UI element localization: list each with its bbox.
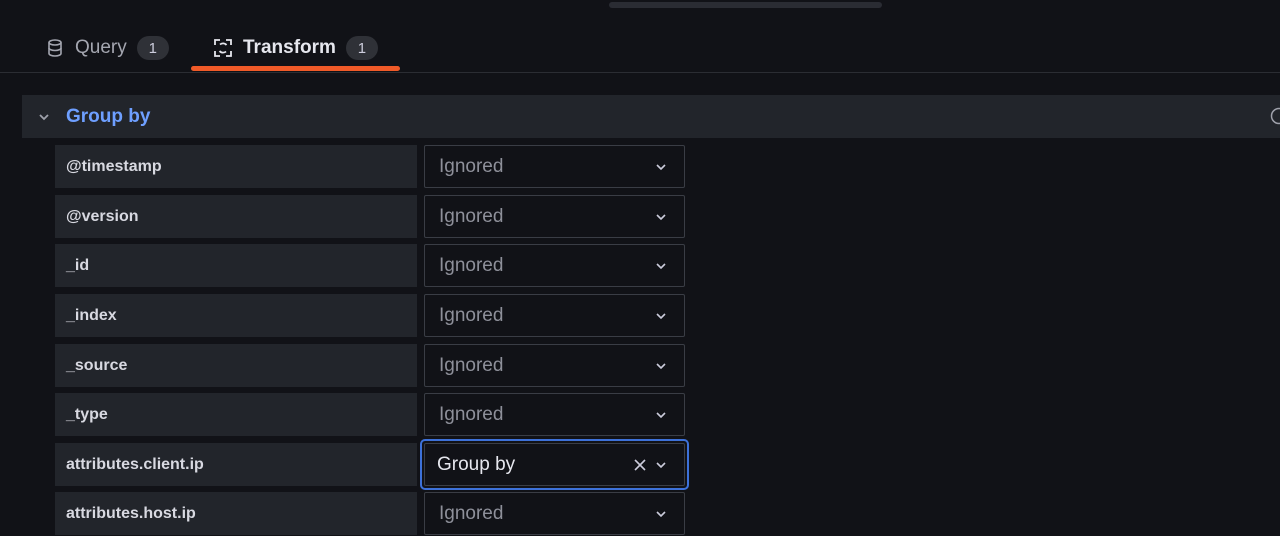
field-row-id: _id Ignored	[55, 244, 685, 288]
chevron-down-icon	[656, 412, 666, 419]
select-value: Ignored	[439, 205, 504, 227]
select-value: Group by	[437, 453, 516, 475]
chevron-down-icon[interactable]	[36, 109, 52, 125]
select-value: Ignored	[439, 354, 504, 376]
help-icon[interactable]	[1270, 107, 1280, 125]
field-row-timestamp: @timestamp Ignored	[55, 145, 685, 189]
field-row-host-ip: attributes.host.ip Ignored	[55, 492, 685, 536]
field-row-index: _index Ignored	[55, 294, 685, 338]
tab-query-label: Query	[75, 37, 127, 58]
chevron-down-icon	[656, 511, 666, 518]
group-by-title: Group by	[66, 105, 151, 127]
field-option-select[interactable]: Ignored	[424, 393, 685, 436]
transform-icon	[214, 39, 232, 57]
field-name: _source	[55, 344, 417, 387]
field-name: _type	[55, 393, 417, 436]
field-row-type: _type Ignored	[55, 393, 685, 437]
group-by-header[interactable]: Group by	[22, 95, 1280, 138]
field-row-version: @version Ignored	[55, 195, 685, 239]
active-tab-indicator	[191, 66, 400, 71]
select-value: Ignored	[439, 502, 504, 524]
tab-transform-count: 1	[345, 36, 378, 60]
field-name: _id	[55, 244, 417, 287]
field-option-select[interactable]: Ignored	[424, 344, 685, 387]
field-option-select[interactable]: Ignored	[424, 195, 685, 238]
field-option-select-focused[interactable]: Group by	[420, 439, 689, 490]
tab-query[interactable]: Query 1	[45, 28, 169, 68]
field-option-select[interactable]: Ignored	[424, 492, 685, 535]
field-option-select[interactable]: Ignored	[424, 145, 685, 188]
field-name: _index	[55, 294, 417, 337]
tab-transform[interactable]: Transform 1	[213, 28, 378, 68]
field-name: attributes.host.ip	[55, 492, 417, 535]
field-name: @timestamp	[55, 145, 417, 188]
field-option-select[interactable]: Ignored	[424, 244, 685, 287]
chevron-down-icon	[656, 164, 666, 171]
field-name: @version	[55, 195, 417, 238]
chevron-down-icon	[656, 214, 666, 221]
select-value: Ignored	[439, 155, 504, 177]
field-row-source: _source Ignored	[55, 344, 685, 388]
tab-query-count: 1	[136, 36, 169, 60]
chevron-down-icon	[656, 313, 666, 320]
close-icon[interactable]	[633, 458, 647, 472]
editor-tabs: Query 1 Transform 1	[0, 0, 1280, 73]
select-value: Ignored	[439, 403, 504, 425]
field-name: attributes.client.ip	[55, 443, 417, 486]
database-icon	[48, 39, 62, 57]
select-value: Ignored	[439, 304, 504, 326]
chevron-down-icon	[656, 263, 666, 270]
select-value: Ignored	[439, 254, 504, 276]
chevron-down-icon	[656, 363, 666, 370]
tab-transform-label: Transform	[243, 37, 336, 58]
field-option-select[interactable]: Ignored	[424, 294, 685, 337]
field-row-client-ip: attributes.client.ip Group by	[55, 439, 689, 490]
chevron-down-icon	[656, 462, 666, 469]
